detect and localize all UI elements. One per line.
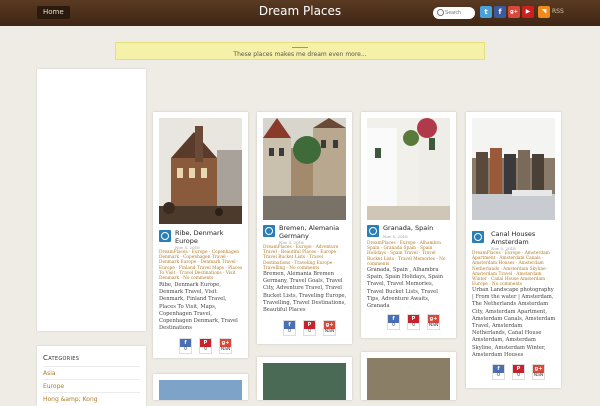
post-card: Bremen, Alemania Germany Nov 5, 2018 Dre… [257,112,352,344]
facebook-icon[interactable]: f [494,6,506,18]
facebook-share-button[interactable]: f0 [492,364,505,380]
post-card [257,357,352,400]
post-image[interactable] [472,118,555,220]
facebook-share-button[interactable]: f0 [283,320,296,336]
author-avatar-icon[interactable] [472,231,484,243]
post-image[interactable] [367,118,450,220]
notice-divider [292,47,308,48]
post-image[interactable] [367,358,450,400]
divider [43,366,140,367]
post-description: Urban Landscape photography | From the w… [472,287,556,358]
post-image[interactable] [263,118,346,220]
categories-title: Categories [43,354,80,362]
post-image[interactable] [159,380,242,400]
rss-label[interactable]: RSS [552,8,564,15]
post-card: Ribe, Denmark Europe Nov 5, 2018 DreamPl… [153,112,248,358]
pinterest-share-button[interactable]: P0 [512,364,525,380]
author-avatar-icon[interactable] [159,230,171,242]
post-description: Ribe, Denmark Europe, Denmark Travel, Vi… [159,282,238,332]
post-image[interactable] [159,118,242,224]
notice-text: These places makes me dream even more... [233,51,367,58]
youtube-icon[interactable]: ▶ [522,6,534,18]
category-europe[interactable]: Europe [43,383,64,390]
divider [43,392,140,393]
post-tags[interactable]: DreamPlaces · Europe · Adventure Travel … [263,245,347,271]
twitter-icon[interactable]: t [480,6,492,18]
post-card [361,352,456,400]
post-card [153,374,248,400]
notice-banner: These places makes me dream even more... [115,42,485,60]
google-plus-share-button[interactable]: g+ NaN [532,364,545,380]
post-tags[interactable]: DreamPlaces · Europe · Amsterdam Apartme… [472,251,556,287]
post-title[interactable]: Bremen, Alemania Germany [279,224,347,240]
facebook-share-button[interactable]: f0 [179,338,192,354]
google-plus-share-button[interactable]: g+ NaN [323,320,336,336]
categories-widget: Categories Asia Europe Hong &amp; Kong [37,346,146,406]
rss-icon[interactable]: ◥ [538,6,550,18]
post-image[interactable] [263,363,346,400]
facebook-share-button[interactable]: f0 [387,314,400,330]
pinterest-share-button[interactable]: P0 [303,320,316,336]
post-card: Granada, Spain Nov 5, 2018 DreamPlaces ·… [361,112,456,338]
post-tags[interactable]: DreamPlaces · Europe · Copenhagen Denmar… [159,250,243,281]
category-asia[interactable]: Asia [43,370,56,377]
post-title[interactable]: Canal Houses Amsterdam [491,230,557,246]
post-title[interactable]: Ribe, Denmark Europe [175,229,243,245]
pinterest-share-button[interactable]: P0 [199,338,212,354]
post-card: Canal Houses Amsterdam Nov 5, 2018 Dream… [466,112,561,388]
divider [43,379,140,380]
post-date: Nov 5, 2018 [383,234,408,239]
author-avatar-icon[interactable] [367,225,379,237]
post-description: Bremen, Alemania Bremen Germany, Travel … [263,271,347,314]
post-title[interactable]: Granada, Spain [383,224,451,232]
author-avatar-icon[interactable] [263,225,275,237]
sidebar-widget [37,69,146,331]
post-tags[interactable]: DreamPlaces · Europe · Alhambra Spain · … [367,241,451,267]
google-plus-icon[interactable]: g+ [508,6,520,18]
post-description: Granada, Spain , Alhambra Spain, Spain H… [367,267,444,310]
google-plus-share-button[interactable]: g+ NaN [427,314,440,330]
search-icon [437,9,444,16]
pinterest-share-button[interactable]: P0 [407,314,420,330]
google-plus-share-button[interactable]: g+ NaN [219,338,232,354]
